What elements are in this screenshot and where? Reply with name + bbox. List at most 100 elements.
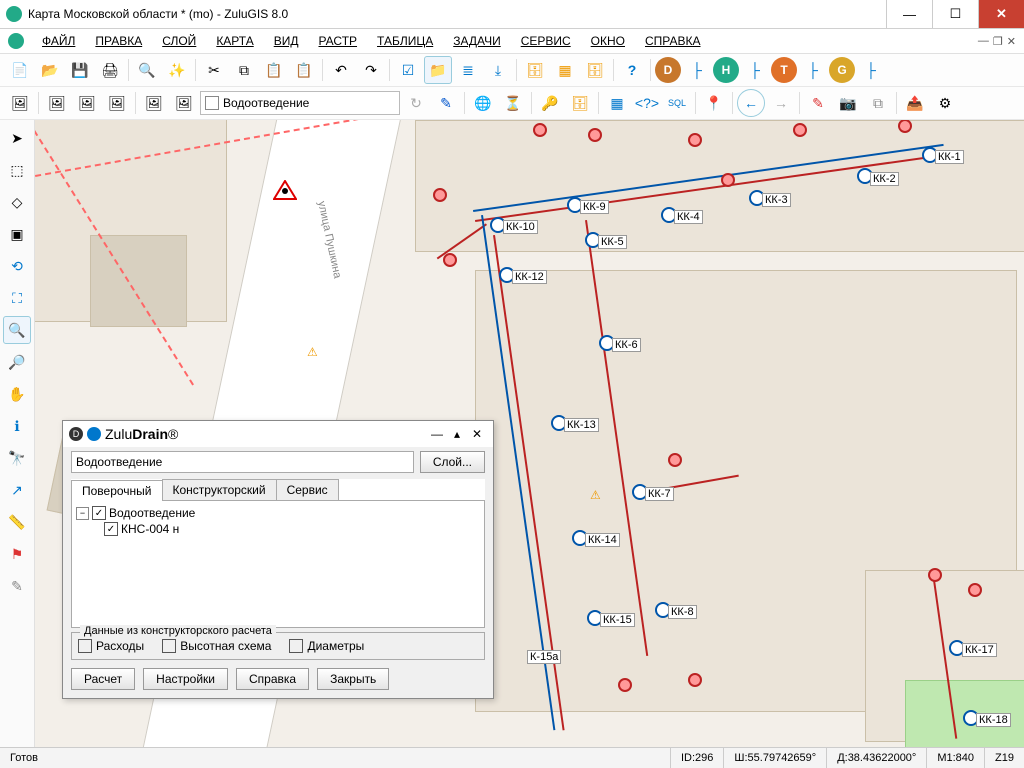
sql-icon[interactable]: SQL bbox=[663, 89, 691, 117]
measure-icon[interactable]: 📏 bbox=[3, 508, 31, 536]
code-icon[interactable]: <?> bbox=[633, 89, 661, 117]
tab-service[interactable]: Сервис bbox=[276, 479, 339, 500]
pencil-icon[interactable]: ✎ bbox=[432, 89, 460, 117]
panel-titlebar[interactable]: D ZuluDrain® — ▴ ✕ bbox=[63, 421, 493, 447]
nav-fwd-icon[interactable]: → bbox=[767, 89, 795, 117]
pointer-icon[interactable]: ➤ bbox=[3, 124, 31, 152]
folder-icon[interactable]: 📁 bbox=[424, 56, 452, 84]
menu-layer[interactable]: СЛОЙ bbox=[154, 32, 204, 50]
export2-icon[interactable]: 📤 bbox=[901, 89, 929, 117]
zoom-in-icon[interactable]: 🔍 bbox=[3, 316, 31, 344]
module-h-tool-icon[interactable]: ├ bbox=[741, 56, 769, 84]
layer-add-icon[interactable]: 🖼 bbox=[6, 89, 34, 117]
layer-style-icon[interactable]: 🖼 bbox=[140, 89, 168, 117]
menu-tasks[interactable]: ЗАДАЧИ bbox=[445, 32, 508, 50]
zuludrain-panel[interactable]: D ZuluDrain® — ▴ ✕ Слой... Поверочный Ко… bbox=[62, 420, 494, 699]
module-d-icon[interactable]: D bbox=[655, 57, 681, 83]
globe-icon[interactable]: 🌐 bbox=[469, 89, 497, 117]
panel-maximize-button[interactable]: ▴ bbox=[447, 427, 467, 441]
panel-close-button[interactable]: ✕ bbox=[467, 427, 487, 441]
db-icon[interactable]: 🗄 bbox=[521, 56, 549, 84]
select-all-icon[interactable]: ▣ bbox=[3, 220, 31, 248]
menu-file[interactable]: ФАЙЛ bbox=[34, 32, 83, 50]
close-panel-button[interactable]: Закрыть bbox=[317, 668, 389, 690]
red-pencil-icon[interactable]: ✎ bbox=[804, 89, 832, 117]
panel-tree[interactable]: − ✓ Водоотведение ✓ КНС-004 н bbox=[71, 501, 485, 628]
open-file-icon[interactable]: 📂 bbox=[36, 56, 64, 84]
new-layer-icon[interactable]: ✨ bbox=[163, 56, 191, 84]
link-icon[interactable]: ↗ bbox=[3, 476, 31, 504]
calc-button[interactable]: Расчет bbox=[71, 668, 135, 690]
table-icon[interactable]: ▦ bbox=[551, 56, 579, 84]
layer-edit-icon[interactable]: 🖼 bbox=[170, 89, 198, 117]
draw-icon[interactable]: ✎ bbox=[3, 572, 31, 600]
layer-selector[interactable]: Водоотведение bbox=[200, 91, 400, 115]
mdi-close-icon[interactable]: ✕ bbox=[1007, 35, 1016, 48]
help-button[interactable]: Справка bbox=[236, 668, 309, 690]
menu-window[interactable]: ОКНО bbox=[583, 32, 633, 50]
chk-diameters[interactable]: Диаметры bbox=[289, 639, 364, 653]
menu-edit[interactable]: ПРАВКА bbox=[87, 32, 150, 50]
menu-view[interactable]: ВИД bbox=[266, 32, 307, 50]
settings-icon[interactable]: ⚙ bbox=[931, 89, 959, 117]
props-icon[interactable]: ▦ bbox=[603, 89, 631, 117]
maximize-button[interactable]: ☐ bbox=[932, 0, 978, 28]
layer-plus-icon[interactable]: 🖼 bbox=[43, 89, 71, 117]
print-icon[interactable]: 🖨 bbox=[96, 56, 124, 84]
layer-lock-icon[interactable]: 🖼 bbox=[103, 89, 131, 117]
panel-minimize-button[interactable]: — bbox=[427, 427, 447, 441]
zoom-extent-icon[interactable]: ⛶ bbox=[3, 284, 31, 312]
module-t-icon[interactable]: T bbox=[771, 57, 797, 83]
save-icon[interactable]: 💾 bbox=[66, 56, 94, 84]
tree-checkbox[interactable]: ✓ bbox=[104, 522, 118, 536]
pin-icon[interactable]: 📍 bbox=[700, 89, 728, 117]
menu-map[interactable]: КАРТА bbox=[208, 32, 261, 50]
chk-flow[interactable]: Расходы bbox=[78, 639, 144, 653]
menu-table[interactable]: ТАБЛИЦА bbox=[369, 32, 441, 50]
menu-raster[interactable]: РАСТР bbox=[310, 32, 365, 50]
tab-verify[interactable]: Поверочный bbox=[71, 480, 163, 501]
binoculars-icon[interactable]: 🔭 bbox=[3, 444, 31, 472]
nav-back-icon[interactable]: ← bbox=[737, 89, 765, 117]
minimize-button[interactable]: — bbox=[886, 0, 932, 28]
preview-icon[interactable]: 🔍 bbox=[133, 56, 161, 84]
list-icon[interactable]: ≣ bbox=[454, 56, 482, 84]
settings-button[interactable]: Настройки bbox=[143, 668, 228, 690]
module-d-tool-icon[interactable]: ├ bbox=[683, 56, 711, 84]
module-t-tool-icon[interactable]: ├ bbox=[799, 56, 827, 84]
filter-icon[interactable]: ⏳ bbox=[499, 89, 527, 117]
refresh-icon[interactable]: ↻ bbox=[402, 89, 430, 117]
select-rect-icon[interactable]: ⬚ bbox=[3, 156, 31, 184]
select-sync-icon[interactable]: ⟲ bbox=[3, 252, 31, 280]
menu-help[interactable]: СПРАВКА bbox=[637, 32, 709, 50]
module-g-icon[interactable]: G bbox=[829, 57, 855, 83]
help-icon[interactable]: ? bbox=[618, 56, 646, 84]
paste-icon[interactable]: 📋 bbox=[260, 56, 288, 84]
cut-icon[interactable]: ✂ bbox=[200, 56, 228, 84]
tree-checkbox[interactable]: ✓ bbox=[92, 506, 106, 520]
pan-icon[interactable]: ✋ bbox=[3, 380, 31, 408]
zoom-out-icon[interactable]: 🔎 bbox=[3, 348, 31, 376]
copy-icon[interactable]: ⧉ bbox=[230, 56, 258, 84]
redo-icon[interactable]: ↷ bbox=[357, 56, 385, 84]
db2-icon[interactable]: 🗄 bbox=[566, 89, 594, 117]
copy-map-icon[interactable]: ⧉ bbox=[864, 89, 892, 117]
db-query-icon[interactable]: 🗄 bbox=[581, 56, 609, 84]
camera-icon[interactable]: 📷 bbox=[834, 89, 862, 117]
module-g-tool-icon[interactable]: ├ bbox=[857, 56, 885, 84]
key-icon[interactable]: 🔑 bbox=[536, 89, 564, 117]
flag-icon[interactable]: ⚑ bbox=[3, 540, 31, 568]
panel-layer-button[interactable]: Слой... bbox=[420, 451, 485, 473]
layer-minus-icon[interactable]: 🖼 bbox=[73, 89, 101, 117]
tree-collapse-icon[interactable]: − bbox=[76, 507, 89, 520]
chk-elevation[interactable]: Высотная схема bbox=[162, 639, 271, 653]
export-icon[interactable]: ⤓ bbox=[484, 56, 512, 84]
paste-special-icon[interactable]: 📋 bbox=[290, 56, 318, 84]
close-button[interactable]: ✕ bbox=[978, 0, 1024, 28]
mdi-restore-icon[interactable]: ❐ bbox=[993, 35, 1003, 48]
module-h-icon[interactable]: H bbox=[713, 57, 739, 83]
new-file-icon[interactable]: 📄 bbox=[6, 56, 34, 84]
checklist-icon[interactable]: ☑ bbox=[394, 56, 422, 84]
tab-construct[interactable]: Конструкторский bbox=[162, 479, 277, 500]
undo-icon[interactable]: ↶ bbox=[327, 56, 355, 84]
